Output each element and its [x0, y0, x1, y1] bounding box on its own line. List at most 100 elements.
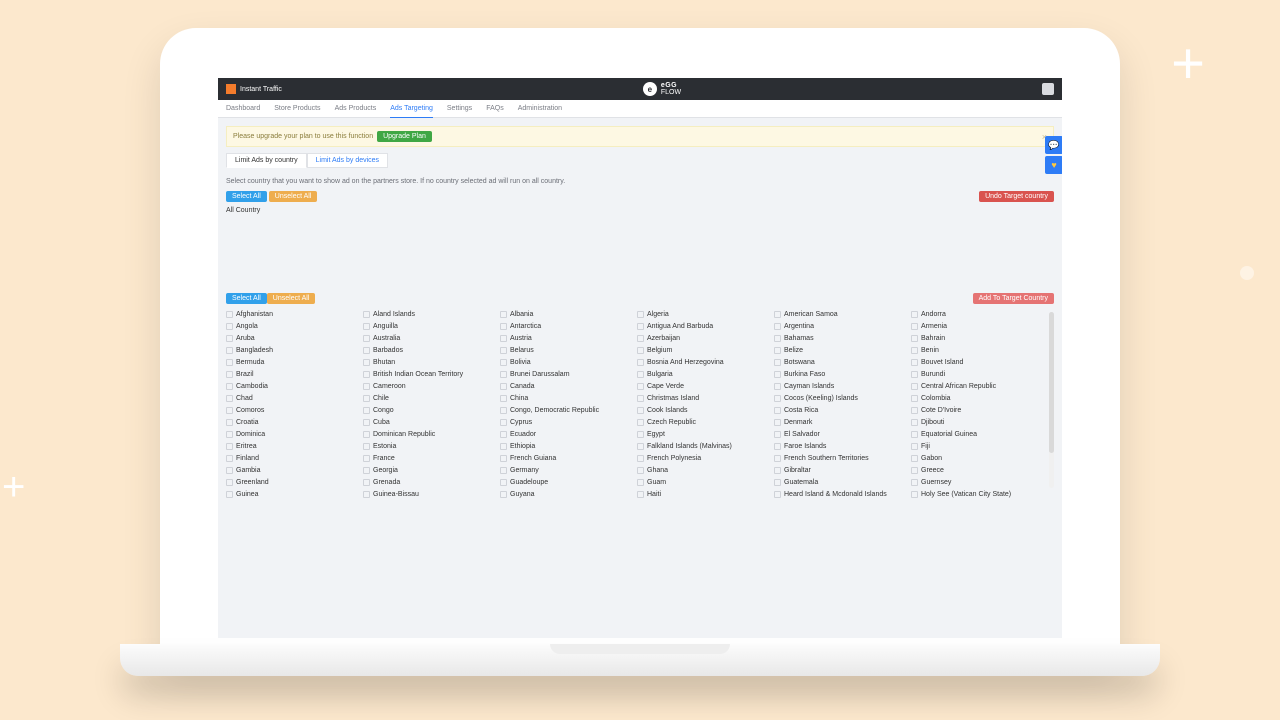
- country-item[interactable]: Canada: [500, 380, 633, 392]
- country-item[interactable]: Bahrain: [911, 332, 1044, 344]
- country-item[interactable]: Argentina: [774, 320, 907, 332]
- country-item[interactable]: Dominican Republic: [363, 428, 496, 440]
- country-checkbox[interactable]: [363, 311, 370, 318]
- country-checkbox[interactable]: [774, 359, 781, 366]
- country-checkbox[interactable]: [774, 467, 781, 474]
- nav-ads-targeting[interactable]: Ads Targeting: [390, 100, 433, 118]
- country-checkbox[interactable]: [226, 335, 233, 342]
- country-item[interactable]: Djibouti: [911, 416, 1044, 428]
- country-checkbox[interactable]: [226, 323, 233, 330]
- country-item[interactable]: Burundi: [911, 368, 1044, 380]
- country-checkbox[interactable]: [500, 467, 507, 474]
- tab-limit-by-country[interactable]: Limit Ads by country: [226, 153, 307, 168]
- country-checkbox[interactable]: [226, 395, 233, 402]
- nav-faqs[interactable]: FAQs: [486, 100, 504, 117]
- nav-ads-products[interactable]: Ads Products: [335, 100, 377, 117]
- country-checkbox[interactable]: [500, 359, 507, 366]
- country-checkbox[interactable]: [637, 491, 644, 498]
- country-checkbox[interactable]: [226, 491, 233, 498]
- country-item[interactable]: Cuba: [363, 416, 496, 428]
- country-item[interactable]: Belgium: [637, 344, 770, 356]
- country-item[interactable]: Cambodia: [226, 380, 359, 392]
- country-checkbox[interactable]: [911, 467, 918, 474]
- country-checkbox[interactable]: [637, 407, 644, 414]
- country-checkbox[interactable]: [774, 347, 781, 354]
- country-item[interactable]: Belize: [774, 344, 907, 356]
- country-item[interactable]: Colombia: [911, 392, 1044, 404]
- select-all-grid-button[interactable]: Select All: [226, 293, 267, 304]
- country-item[interactable]: Finland: [226, 452, 359, 464]
- country-checkbox[interactable]: [226, 407, 233, 414]
- country-checkbox[interactable]: [363, 335, 370, 342]
- country-item[interactable]: Antigua And Barbuda: [637, 320, 770, 332]
- country-checkbox[interactable]: [363, 395, 370, 402]
- country-checkbox[interactable]: [363, 491, 370, 498]
- country-item[interactable]: Haiti: [637, 488, 770, 500]
- country-checkbox[interactable]: [911, 359, 918, 366]
- country-checkbox[interactable]: [363, 419, 370, 426]
- country-checkbox[interactable]: [637, 419, 644, 426]
- country-checkbox[interactable]: [500, 371, 507, 378]
- country-item[interactable]: Bouvet Island: [911, 356, 1044, 368]
- country-item[interactable]: Comoros: [226, 404, 359, 416]
- country-checkbox[interactable]: [774, 371, 781, 378]
- country-checkbox[interactable]: [774, 491, 781, 498]
- country-item[interactable]: Brazil: [226, 368, 359, 380]
- country-item[interactable]: French Southern Territories: [774, 452, 907, 464]
- country-checkbox[interactable]: [363, 371, 370, 378]
- country-checkbox[interactable]: [774, 431, 781, 438]
- country-item[interactable]: French Guiana: [500, 452, 633, 464]
- country-checkbox[interactable]: [911, 347, 918, 354]
- country-checkbox[interactable]: [774, 455, 781, 462]
- country-item[interactable]: Bhutan: [363, 356, 496, 368]
- country-item[interactable]: Guatemala: [774, 476, 907, 488]
- country-item[interactable]: Belarus: [500, 344, 633, 356]
- country-item[interactable]: Bahamas: [774, 332, 907, 344]
- country-checkbox[interactable]: [774, 419, 781, 426]
- chat-button[interactable]: 💬: [1045, 136, 1062, 154]
- country-checkbox[interactable]: [911, 431, 918, 438]
- country-item[interactable]: Holy See (Vatican City State): [911, 488, 1044, 500]
- country-item[interactable]: Bermuda: [226, 356, 359, 368]
- country-checkbox[interactable]: [637, 443, 644, 450]
- country-checkbox[interactable]: [774, 443, 781, 450]
- country-item[interactable]: Equatorial Guinea: [911, 428, 1044, 440]
- country-checkbox[interactable]: [911, 335, 918, 342]
- country-item[interactable]: Central African Republic: [911, 380, 1044, 392]
- country-checkbox[interactable]: [911, 395, 918, 402]
- country-item[interactable]: Cyprus: [500, 416, 633, 428]
- country-checkbox[interactable]: [637, 359, 644, 366]
- country-item[interactable]: Georgia: [363, 464, 496, 476]
- country-item[interactable]: Burkina Faso: [774, 368, 907, 380]
- country-checkbox[interactable]: [911, 491, 918, 498]
- country-item[interactable]: Chile: [363, 392, 496, 404]
- country-checkbox[interactable]: [363, 467, 370, 474]
- country-checkbox[interactable]: [774, 335, 781, 342]
- country-checkbox[interactable]: [637, 383, 644, 390]
- country-checkbox[interactable]: [226, 359, 233, 366]
- country-item[interactable]: Aland Islands: [363, 308, 496, 320]
- country-item[interactable]: Barbados: [363, 344, 496, 356]
- country-item[interactable]: Benin: [911, 344, 1044, 356]
- country-checkbox[interactable]: [637, 395, 644, 402]
- country-item[interactable]: French Polynesia: [637, 452, 770, 464]
- country-item[interactable]: Albania: [500, 308, 633, 320]
- country-checkbox[interactable]: [226, 419, 233, 426]
- country-item[interactable]: Botswana: [774, 356, 907, 368]
- country-item[interactable]: Eritrea: [226, 440, 359, 452]
- country-checkbox[interactable]: [363, 443, 370, 450]
- country-checkbox[interactable]: [911, 323, 918, 330]
- unselect-all-grid-button[interactable]: Unselect All: [267, 293, 316, 304]
- country-checkbox[interactable]: [226, 311, 233, 318]
- country-item[interactable]: Azerbaijan: [637, 332, 770, 344]
- nav-store-products[interactable]: Store Products: [274, 100, 320, 117]
- country-item[interactable]: Ecuador: [500, 428, 633, 440]
- country-item[interactable]: Guyana: [500, 488, 633, 500]
- country-checkbox[interactable]: [774, 311, 781, 318]
- country-checkbox[interactable]: [911, 383, 918, 390]
- country-checkbox[interactable]: [226, 347, 233, 354]
- country-scrollbar[interactable]: [1049, 312, 1054, 488]
- country-item[interactable]: Christmas Island: [637, 392, 770, 404]
- country-checkbox[interactable]: [363, 323, 370, 330]
- country-checkbox[interactable]: [226, 371, 233, 378]
